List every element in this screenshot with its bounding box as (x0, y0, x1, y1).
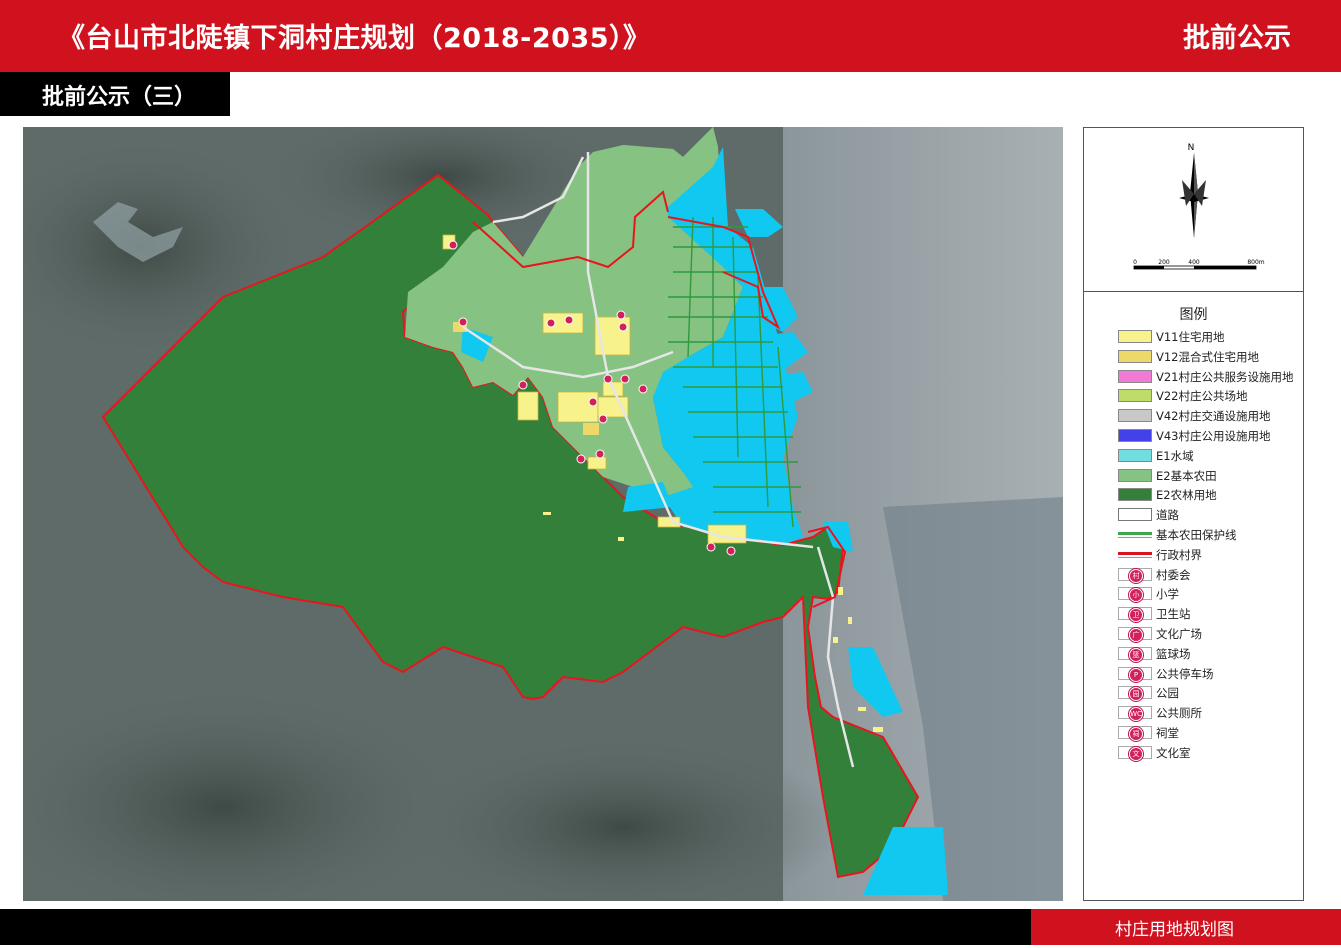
facility-icon: 祠 (1129, 727, 1143, 741)
north-label: N (1188, 143, 1195, 153)
north-arrow-icon: N 0 200 400 800m (1133, 143, 1265, 270)
map-name-label: 村庄用地规划图 (1115, 920, 1234, 940)
legend-symbol-frame: 祠 (1118, 726, 1152, 741)
legend-label: 小学 (1156, 587, 1179, 602)
legend-symbol-frame: 园 (1118, 686, 1152, 702)
legend-label: V12混合式住宅用地 (1156, 349, 1259, 364)
legend-swatch (1118, 448, 1152, 462)
scale-tick: 0 (1133, 259, 1137, 266)
legend-label: 道路 (1156, 508, 1179, 523)
legend-label: V22村庄公共场地 (1156, 389, 1248, 404)
facility-icon: 村 (1129, 568, 1143, 583)
legend-symbol-frame: 卫 (1118, 607, 1152, 623)
legend-label: 行政村界 (1156, 547, 1202, 562)
scale-tick: 200 (1158, 259, 1170, 266)
scale-tick: 800m (1247, 259, 1264, 266)
legend-swatch (1118, 468, 1152, 482)
legend-label: 村委会 (1156, 567, 1191, 582)
road-swatch (1118, 508, 1152, 522)
legend-line-swatch (1118, 532, 1152, 538)
legend-swatch (1118, 369, 1152, 383)
legend-symbol-frame: 村 (1118, 567, 1152, 583)
legend-label: 基本农田保护线 (1156, 528, 1237, 542)
legend-symbol-frame: 文 (1118, 745, 1152, 761)
facility-icon: 文 (1129, 746, 1143, 761)
legend-label: V11住宅用地 (1156, 330, 1225, 344)
legend-swatch (1118, 330, 1152, 343)
legend-panel: N 0 200 400 800m 图例 V11住宅用地 V12混合式住宅用地 V21… (1083, 127, 1304, 901)
legend-swatch (1118, 349, 1152, 363)
subheader-bar: 批前公示（三） (0, 72, 230, 116)
facility-icon: 小 (1129, 588, 1143, 603)
legend-label: E2基本农田 (1156, 468, 1217, 483)
facility-icon: P (1129, 667, 1143, 682)
legend-symbol-frame: 篮 (1118, 646, 1152, 662)
legend-label: 公共停车场 (1156, 666, 1214, 681)
legend-swatch (1118, 488, 1152, 502)
legend-symbol-frame: WC (1118, 706, 1152, 722)
legend-label: 文化广场 (1156, 627, 1202, 641)
legend-symbol-frame: 小 (1118, 587, 1152, 603)
facility-icon: WC (1129, 707, 1143, 722)
legend-label: E1水域 (1156, 448, 1194, 463)
legend-symbol-frame: P (1118, 666, 1152, 682)
legend-title: 图例 (1179, 307, 1208, 323)
legend-label: 文化室 (1156, 745, 1191, 760)
legend-label: 篮球场 (1156, 646, 1191, 661)
header-bar: 《台山市北陡镇下洞村庄规划（2018-2035）》 批前公示 (0, 0, 1341, 72)
scale-tick: 400 (1188, 259, 1200, 266)
legend-label: V21村庄公共服务设施用地 (1156, 369, 1294, 384)
scale-bar: 0 200 400 800m (1133, 259, 1265, 270)
legend-label: 公共厕所 (1156, 706, 1202, 721)
legend-label: 公园 (1156, 686, 1179, 701)
facility-icon: 广 (1129, 628, 1143, 642)
map-canvas (23, 127, 1063, 901)
footer-bar: 村庄用地规划图 (0, 909, 1341, 945)
legend-swatch (1118, 389, 1152, 403)
legend-symbol-frame: 广 (1118, 627, 1152, 642)
legend-line-swatch (1118, 551, 1152, 558)
footer-tag: 村庄用地规划图 (1031, 909, 1341, 945)
facility-icon: 园 (1129, 687, 1143, 702)
legend-label: V43村庄公用设施用地 (1156, 429, 1271, 443)
legend-label: 卫生站 (1156, 607, 1191, 622)
legend-label: 祠堂 (1156, 726, 1179, 740)
facility-icon: 篮 (1129, 647, 1143, 662)
legend-swatch (1118, 409, 1152, 423)
page-title: 《台山市北陡镇下洞村庄规划（2018-2035）》 (58, 23, 651, 54)
compass-scale-box: N 0 200 400 800m (1084, 128, 1303, 292)
land-use-map[interactable] (23, 127, 1063, 901)
header-right-label: 批前公示 (1183, 23, 1291, 54)
facility-icon: 卫 (1129, 608, 1143, 623)
legend-label: E2农林用地 (1156, 488, 1217, 503)
legend-label: V42村庄交通设施用地 (1156, 409, 1271, 424)
subheader-label: 批前公示（三） (42, 85, 197, 110)
legend-swatch (1118, 429, 1152, 442)
